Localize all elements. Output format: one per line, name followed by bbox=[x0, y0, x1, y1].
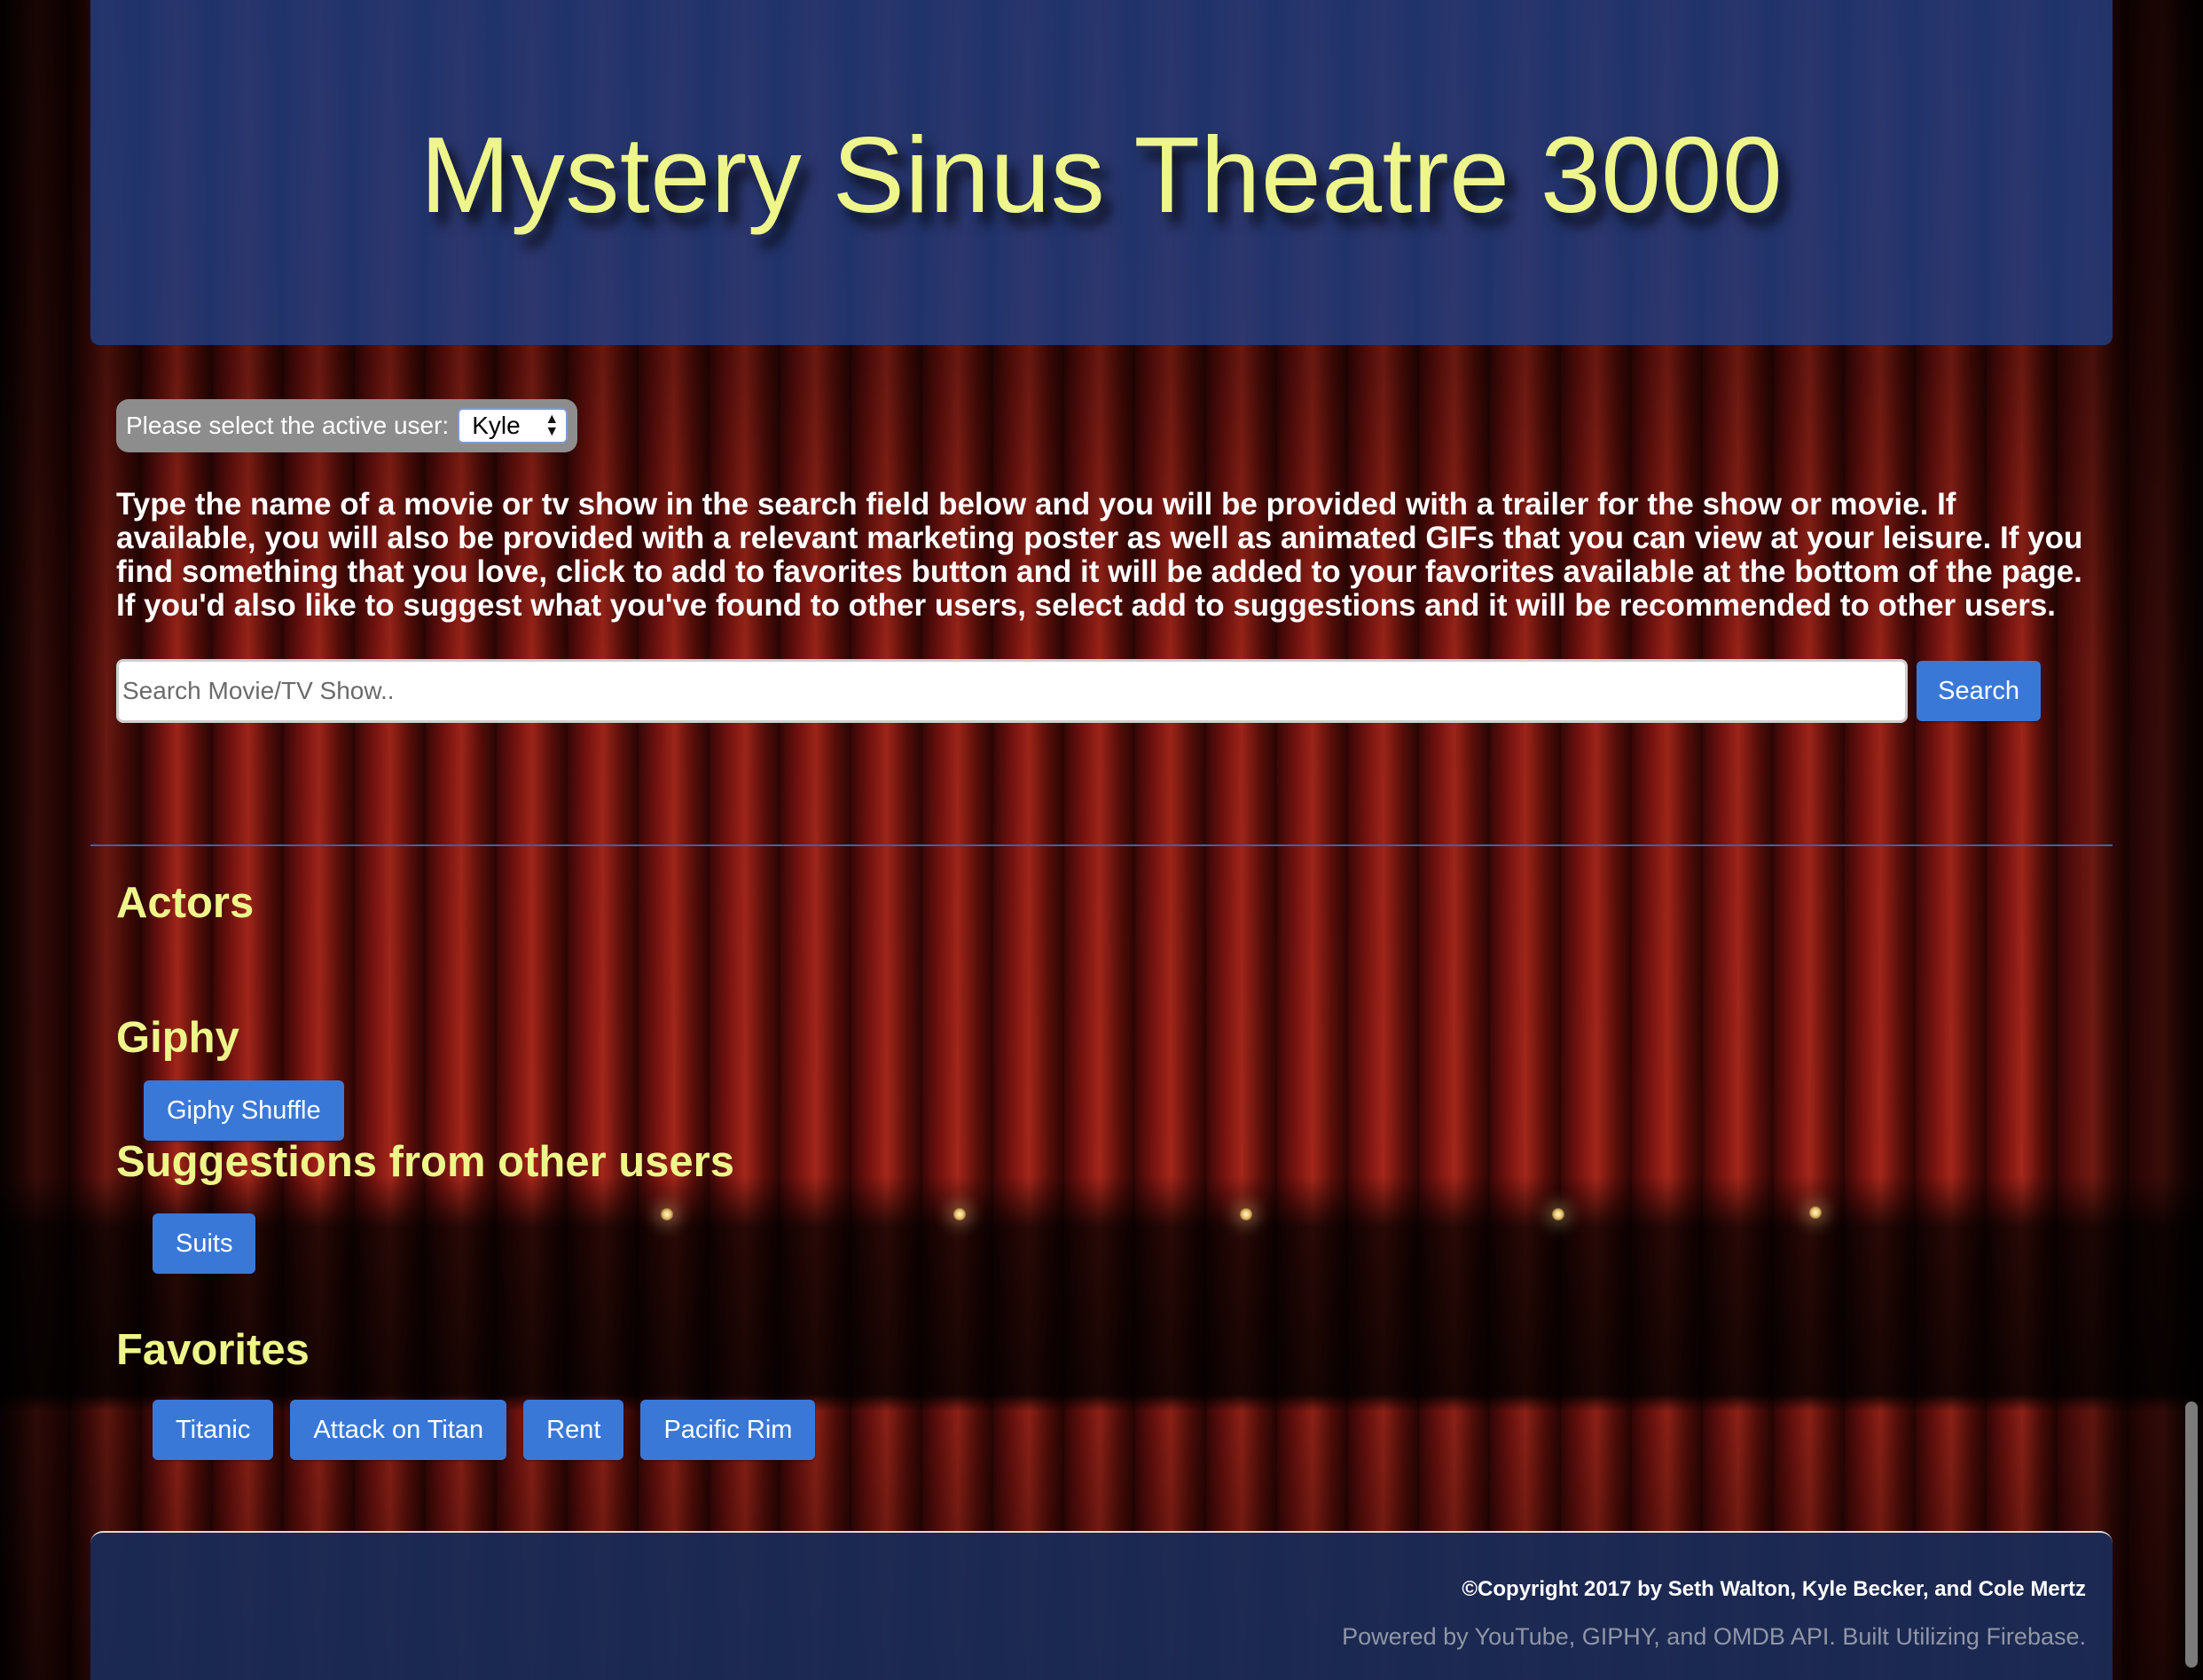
favorite-button[interactable]: Rent bbox=[523, 1400, 624, 1460]
section-divider bbox=[90, 844, 2113, 846]
powered-by-text: Powered by YouTube, GIPHY, and OMDB API.… bbox=[1342, 1623, 2086, 1650]
suggestions-list: Suits bbox=[153, 1213, 256, 1274]
search-input[interactable] bbox=[116, 659, 1909, 723]
favorites-heading: Favorites bbox=[116, 1326, 310, 1374]
actors-heading: Actors bbox=[116, 879, 255, 927]
search-bar: Search bbox=[116, 659, 2041, 723]
site-footer: ©Copyright 2017 by Seth Walton, Kyle Bec… bbox=[90, 1531, 2113, 1680]
favorites-list: Titanic Attack on Titan Rent Pacific Rim bbox=[153, 1400, 816, 1460]
favorite-button[interactable]: Attack on Titan bbox=[290, 1400, 507, 1460]
giphy-heading: Giphy bbox=[116, 1014, 239, 1062]
dropdown-arrows-icon: ▲ ▼ bbox=[545, 412, 560, 439]
copyright-text: ©Copyright 2017 by Seth Walton, Kyle Bec… bbox=[1462, 1577, 2086, 1601]
giphy-shuffle-button[interactable]: Giphy Shuffle bbox=[144, 1080, 344, 1141]
page-scrollbar[interactable] bbox=[2185, 1401, 2198, 1668]
intro-instructions: Type the name of a movie or tv show in t… bbox=[116, 487, 2083, 623]
favorite-button[interactable]: Pacific Rim bbox=[640, 1400, 816, 1460]
favorite-button[interactable]: Titanic bbox=[153, 1400, 274, 1460]
active-user-label: Please select the active user: bbox=[126, 412, 450, 439]
search-button[interactable]: Search bbox=[1917, 661, 2041, 721]
page-title: Mystery Sinus Theatre 3000 bbox=[419, 114, 1784, 235]
site-header: Mystery Sinus Theatre 3000 bbox=[90, 0, 2113, 345]
stage-lights bbox=[0, 1206, 2203, 1251]
giphy-controls: Giphy Shuffle bbox=[144, 1080, 344, 1141]
active-user-dropdown[interactable]: Kyle ▲ ▼ bbox=[458, 408, 568, 444]
active-user-selector: Please select the active user: Kyle ▲ ▼ bbox=[116, 399, 577, 452]
suggestion-button[interactable]: Suits bbox=[153, 1213, 256, 1274]
suggestions-heading: Suggestions from other users bbox=[116, 1138, 735, 1186]
active-user-value: Kyle bbox=[472, 412, 521, 439]
